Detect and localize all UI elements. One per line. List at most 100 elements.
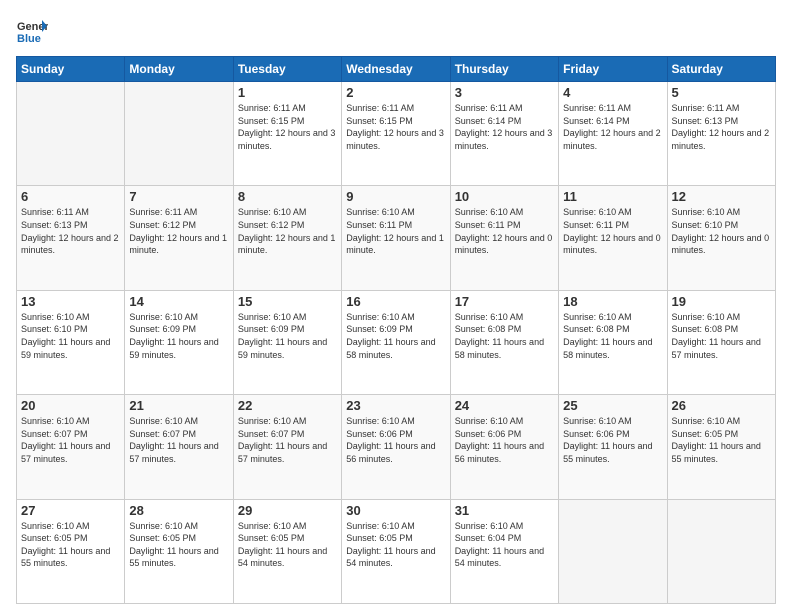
day-number: 8 [238, 189, 337, 204]
day-cell: 25 Sunrise: 6:10 AM Sunset: 6:06 PM Dayli… [559, 395, 667, 499]
week-row-4: 20 Sunrise: 6:10 AM Sunset: 6:07 PM Dayli… [17, 395, 776, 499]
day-cell: 15 Sunrise: 6:10 AM Sunset: 6:09 PM Dayli… [233, 290, 341, 394]
day-info: Sunrise: 6:10 AM Sunset: 6:07 PM Dayligh… [129, 415, 228, 465]
day-cell: 18 Sunrise: 6:10 AM Sunset: 6:08 PM Dayli… [559, 290, 667, 394]
week-row-3: 13Sunrise: 6:10 AM Sunset: 6:10 PM Dayli… [17, 290, 776, 394]
day-cell: 19Sunrise: 6:10 AM Sunset: 6:08 PM Dayli… [667, 290, 775, 394]
calendar-page: General Blue SundayMondayTuesdayWednesda… [0, 0, 792, 612]
day-number: 24 [455, 398, 554, 413]
day-info: Sunrise: 6:10 AM Sunset: 6:06 PM Dayligh… [346, 415, 445, 465]
day-info: Sunrise: 6:11 AM Sunset: 6:13 PM Dayligh… [21, 206, 120, 256]
day-cell: 20Sunrise: 6:10 AM Sunset: 6:07 PM Dayli… [17, 395, 125, 499]
day-info: Sunrise: 6:10 AM Sunset: 6:05 PM Dayligh… [238, 520, 337, 570]
day-number: 7 [129, 189, 228, 204]
day-cell: 17Sunrise: 6:10 AM Sunset: 6:08 PM Dayli… [450, 290, 558, 394]
day-info: Sunrise: 6:10 AM Sunset: 6:05 PM Dayligh… [129, 520, 228, 570]
day-cell: 5 Sunrise: 6:11 AM Sunset: 6:13 PM Daylig… [667, 82, 775, 186]
weekday-header-saturday: Saturday [667, 57, 775, 82]
day-info: Sunrise: 6:10 AM Sunset: 6:10 PM Dayligh… [672, 206, 771, 256]
day-cell: 29Sunrise: 6:10 AM Sunset: 6:05 PM Dayli… [233, 499, 341, 603]
day-info: Sunrise: 6:11 AM Sunset: 6:14 PM Dayligh… [455, 102, 554, 152]
day-info: Sunrise: 6:11 AM Sunset: 6:12 PM Dayligh… [129, 206, 228, 256]
day-number: 20 [21, 398, 120, 413]
day-info: Sunrise: 6:10 AM Sunset: 6:05 PM Dayligh… [21, 520, 120, 570]
day-number: 12 [672, 189, 771, 204]
day-number: 28 [129, 503, 228, 518]
day-info: Sunrise: 6:10 AM Sunset: 6:08 PM Dayligh… [563, 311, 662, 361]
day-number: 18 [563, 294, 662, 309]
day-info: Sunrise: 6:10 AM Sunset: 6:07 PM Dayligh… [238, 415, 337, 465]
day-info: Sunrise: 6:11 AM Sunset: 6:13 PM Dayligh… [672, 102, 771, 152]
logo-container: General Blue [16, 16, 48, 48]
weekday-header-wednesday: Wednesday [342, 57, 450, 82]
day-cell: 1Sunrise: 6:11 AM Sunset: 6:15 PM Daylig… [233, 82, 341, 186]
day-cell: 12 Sunrise: 6:10 AM Sunset: 6:10 PM Dayli… [667, 186, 775, 290]
day-info: Sunrise: 6:10 AM Sunset: 6:06 PM Dayligh… [455, 415, 554, 465]
day-cell: 4 Sunrise: 6:11 AM Sunset: 6:14 PM Daylig… [559, 82, 667, 186]
day-info: Sunrise: 6:10 AM Sunset: 6:11 PM Dayligh… [455, 206, 554, 256]
day-info: Sunrise: 6:10 AM Sunset: 6:09 PM Dayligh… [238, 311, 337, 361]
day-cell: 8 Sunrise: 6:10 AM Sunset: 6:12 PM Daylig… [233, 186, 341, 290]
day-info: Sunrise: 6:10 AM Sunset: 6:09 PM Dayligh… [346, 311, 445, 361]
day-number: 10 [455, 189, 554, 204]
svg-text:Blue: Blue [17, 33, 41, 45]
day-number: 31 [455, 503, 554, 518]
day-number: 3 [455, 85, 554, 100]
day-cell: 30Sunrise: 6:10 AM Sunset: 6:05 PM Dayli… [342, 499, 450, 603]
day-number: 15 [238, 294, 337, 309]
day-cell: 9Sunrise: 6:10 AM Sunset: 6:11 PM Daylig… [342, 186, 450, 290]
logo: General Blue [16, 16, 48, 48]
day-number: 1 [238, 85, 337, 100]
logo-svg: General Blue [16, 16, 48, 48]
day-cell: 26Sunrise: 6:10 AM Sunset: 6:05 PM Dayli… [667, 395, 775, 499]
weekday-header-tuesday: Tuesday [233, 57, 341, 82]
day-cell: 14Sunrise: 6:10 AM Sunset: 6:09 PM Dayli… [125, 290, 233, 394]
day-number: 27 [21, 503, 120, 518]
day-cell: 27 Sunrise: 6:10 AM Sunset: 6:05 PM Dayli… [17, 499, 125, 603]
day-cell [17, 82, 125, 186]
day-number: 19 [672, 294, 771, 309]
weekday-header-row: SundayMondayTuesdayWednesdayThursdayFrid… [17, 57, 776, 82]
day-cell: 6 Sunrise: 6:11 AM Sunset: 6:13 PM Daylig… [17, 186, 125, 290]
day-cell: 3 Sunrise: 6:11 AM Sunset: 6:14 PM Daylig… [450, 82, 558, 186]
day-cell [559, 499, 667, 603]
day-number: 23 [346, 398, 445, 413]
day-number: 25 [563, 398, 662, 413]
week-row-1: 1 Sunrise: 6:11 AM Sunset: 6:15 PM Daylig… [17, 82, 776, 186]
weekday-header-monday: Monday [125, 57, 233, 82]
day-number: 2 [346, 85, 445, 100]
header: General Blue [16, 16, 776, 48]
weekday-header-friday: Friday [559, 57, 667, 82]
day-number: 22 [238, 398, 337, 413]
day-number: 26 [672, 398, 771, 413]
day-cell: 7 Sunrise: 6:11 AM Sunset: 6:12 PM Daylig… [125, 186, 233, 290]
day-number: 5 [672, 85, 771, 100]
logo-graphic: General Blue [16, 16, 48, 48]
calendar-table: SundayMondayTuesdayWednesdayThursdayFrid… [16, 56, 776, 604]
day-info: Sunrise: 6:10 AM Sunset: 6:04 PM Dayligh… [455, 520, 554, 570]
day-number: 11 [563, 189, 662, 204]
day-cell: 16 Sunrise: 6:10 AM Sunset: 6:09 PM Dayli… [342, 290, 450, 394]
day-cell: 2 Sunrise: 6:11 AM Sunset: 6:15 PM Daylig… [342, 82, 450, 186]
week-row-5: 27 Sunrise: 6:10 AM Sunset: 6:05 PM Dayli… [17, 499, 776, 603]
day-number: 16 [346, 294, 445, 309]
day-cell [125, 82, 233, 186]
day-info: Sunrise: 6:11 AM Sunset: 6:14 PM Dayligh… [563, 102, 662, 152]
day-cell [667, 499, 775, 603]
day-info: Sunrise: 6:10 AM Sunset: 6:11 PM Dayligh… [563, 206, 662, 256]
day-cell: 23 Sunrise: 6:10 AM Sunset: 6:06 PM Dayli… [342, 395, 450, 499]
day-cell: 24 Sunrise: 6:10 AM Sunset: 6:06 PM Dayli… [450, 395, 558, 499]
day-cell: 10 Sunrise: 6:10 AM Sunset: 6:11 PM Dayli… [450, 186, 558, 290]
week-row-2: 6 Sunrise: 6:11 AM Sunset: 6:13 PM Daylig… [17, 186, 776, 290]
day-cell: 28 Sunrise: 6:10 AM Sunset: 6:05 PM Dayli… [125, 499, 233, 603]
day-info: Sunrise: 6:10 AM Sunset: 6:10 PM Dayligh… [21, 311, 120, 361]
day-info: Sunrise: 6:10 AM Sunset: 6:11 PM Dayligh… [346, 206, 445, 256]
day-number: 30 [346, 503, 445, 518]
day-info: Sunrise: 6:11 AM Sunset: 6:15 PM Dayligh… [346, 102, 445, 152]
day-info: Sunrise: 6:10 AM Sunset: 6:12 PM Dayligh… [238, 206, 337, 256]
day-info: Sunrise: 6:10 AM Sunset: 6:06 PM Dayligh… [563, 415, 662, 465]
weekday-header-thursday: Thursday [450, 57, 558, 82]
day-cell: 11 Sunrise: 6:10 AM Sunset: 6:11 PM Dayli… [559, 186, 667, 290]
day-number: 4 [563, 85, 662, 100]
day-number: 6 [21, 189, 120, 204]
